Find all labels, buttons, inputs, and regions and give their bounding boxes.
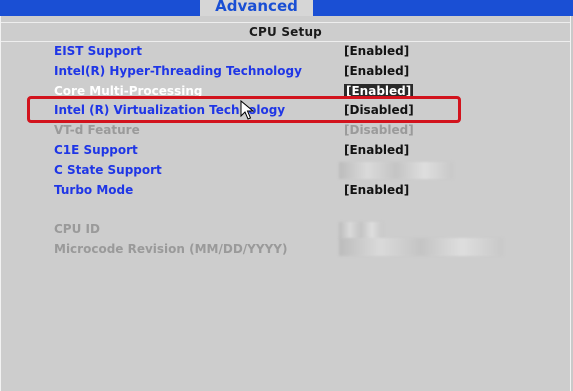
- setting-turbo-mode[interactable]: Turbo Mode: [54, 180, 133, 200]
- setup-panel: CPU Setup EIST Support [Enabled] Intel(R…: [0, 16, 571, 391]
- mouse-cursor-icon: [240, 100, 254, 120]
- setting-eist-support[interactable]: EIST Support: [54, 41, 142, 61]
- redacted-value-blur: [339, 162, 453, 179]
- redacted-cpu-id-blur: [339, 222, 383, 239]
- section-title: CPU Setup: [1, 22, 570, 42]
- setting-hyper-threading[interactable]: Intel(R) Hyper-Threading Technology: [54, 61, 302, 81]
- setting-c1e-support-value[interactable]: [Enabled]: [344, 140, 409, 160]
- setting-vt-d-feature: VT-d Feature: [54, 123, 140, 137]
- info-cpu-id: CPU ID: [54, 222, 100, 236]
- tab-advanced[interactable]: Advanced: [200, 0, 313, 16]
- setting-c-state-support[interactable]: C State Support: [54, 160, 162, 180]
- info-microcode-revision: Microcode Revision (MM/DD/YYYY): [54, 242, 288, 256]
- setting-turbo-mode-value[interactable]: [Enabled]: [344, 180, 409, 200]
- setting-hyper-threading-value[interactable]: [Enabled]: [344, 61, 409, 81]
- setting-c1e-support[interactable]: C1E Support: [54, 140, 138, 160]
- setting-eist-support-value[interactable]: [Enabled]: [344, 41, 409, 61]
- redacted-microcode-blur: [339, 238, 503, 256]
- setting-vt-d-feature-value: [Disabled]: [344, 123, 414, 137]
